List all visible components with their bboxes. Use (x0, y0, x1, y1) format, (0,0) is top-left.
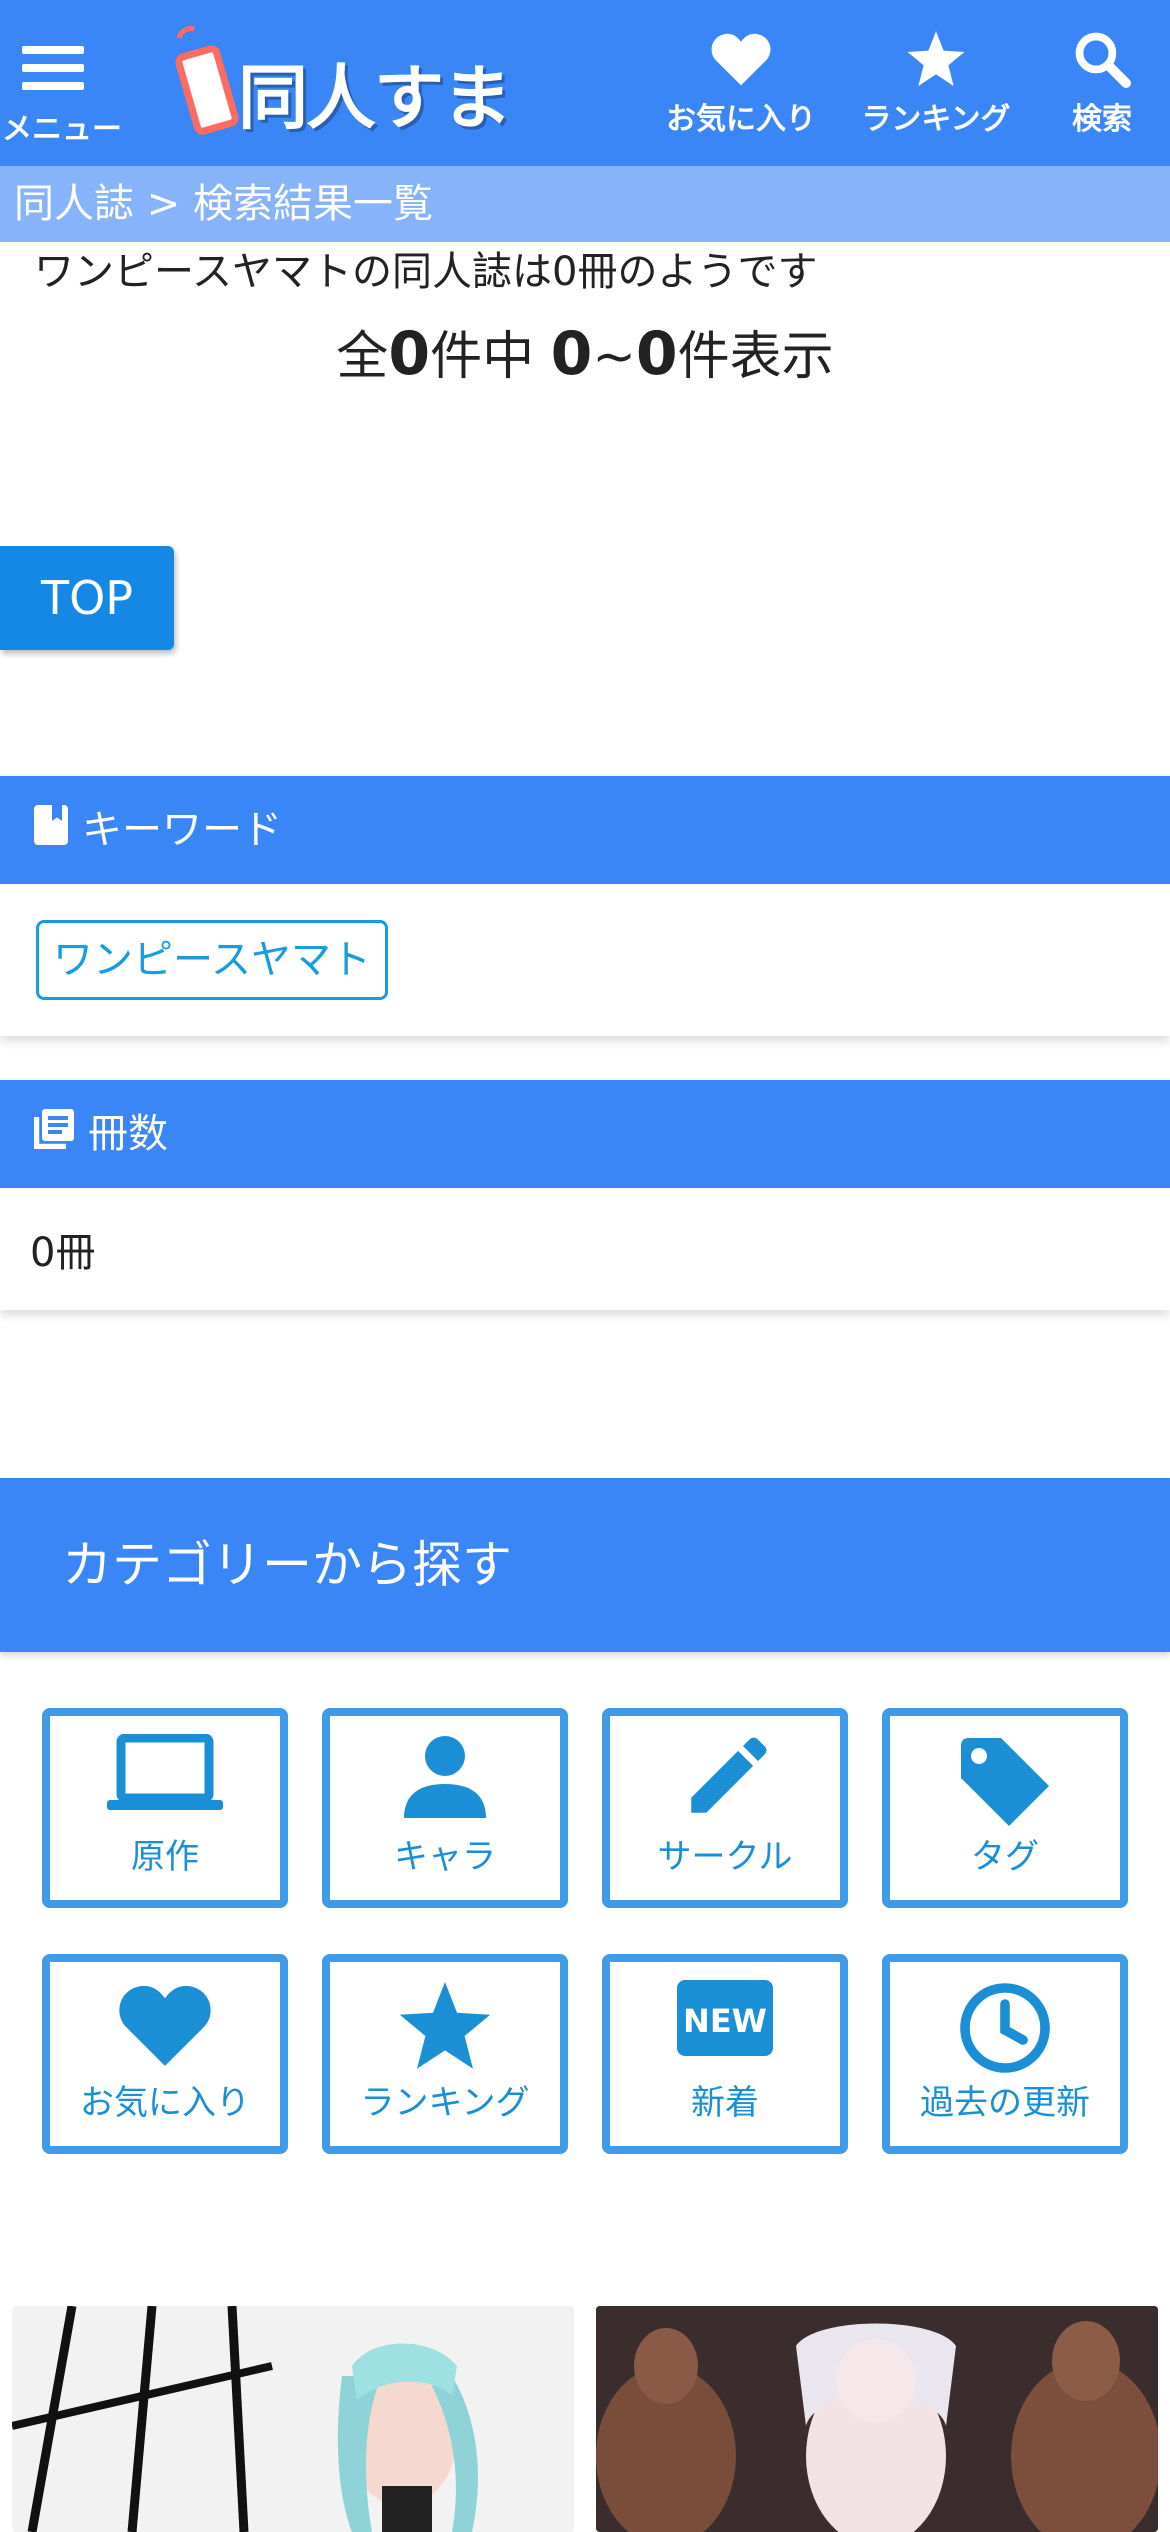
ranking-button[interactable]: ランキング (858, 30, 1014, 150)
category-tile-label: 原作 (131, 1837, 199, 1877)
star-icon (907, 31, 965, 86)
menu-label: メニュー (2, 112, 122, 147)
count-total: 0 (388, 319, 431, 389)
category-tile-ranking[interactable]: ランキング (322, 1954, 568, 2154)
count-from: 0 (550, 319, 593, 389)
category-tile-label: 新着 (691, 2083, 759, 2123)
count-to: 0 (635, 319, 678, 389)
volume-section-header: 冊数 (0, 1080, 1170, 1188)
result-summary: ワンピースヤマトの同人誌は0冊のようです (34, 249, 818, 295)
favorites-button[interactable]: お気に入り (664, 30, 818, 150)
category-tile-tag[interactable]: タグ (882, 1708, 1128, 1908)
volume-section-body: 0冊 (0, 1188, 1170, 1310)
tag-icon (961, 1738, 1049, 1826)
keyword-section-header: キーワード (0, 776, 1170, 884)
search-icon (1075, 32, 1131, 88)
category-tile-character[interactable]: キャラ (322, 1708, 568, 1908)
category-tile-label: キャラ (394, 1837, 496, 1877)
category-tile-original[interactable]: 原作 (42, 1708, 288, 1908)
count-sep: ~ (592, 327, 636, 387)
count-prefix: 全 (336, 327, 389, 387)
phone-icon (173, 43, 241, 137)
category-tile-label: お気に入り (80, 2083, 250, 2123)
heart-icon (119, 1985, 211, 2066)
person-icon (404, 1736, 486, 1818)
category-tile-new[interactable]: NEW 新着 (602, 1954, 848, 2154)
count-suffix: 件表示 (677, 327, 834, 387)
count-middle: 件中 (430, 327, 551, 387)
thumbnail-image[interactable] (12, 2306, 574, 2532)
thumbnail-image[interactable] (596, 2306, 1158, 2532)
heart-icon (711, 33, 771, 86)
menu-button[interactable]: メニュー (0, 34, 124, 147)
category-header: カテゴリーから探す (0, 1478, 1170, 1652)
new-badge-text: NEW (683, 2002, 767, 2040)
category-tile-label: サークル (657, 1837, 793, 1877)
result-count: 全0件中 0~0件表示 (0, 314, 1170, 389)
clock-icon (960, 1983, 1050, 2073)
new-badge-icon: NEW (677, 1980, 773, 2056)
search-label: 検索 (1072, 102, 1132, 137)
breadcrumb[interactable]: 同人誌 > 検索結果一覧 (0, 166, 1170, 242)
laptop-icon (107, 1734, 223, 1810)
top-button[interactable]: TOP (0, 546, 174, 650)
category-tile-favorites[interactable]: お気に入り (42, 1954, 288, 2154)
favorites-label: お気に入り (666, 102, 816, 137)
keyword-tag[interactable]: ワンピースヤマト (36, 920, 388, 1000)
volume-section-title: 冊数 (88, 1111, 168, 1157)
app-header: メニュー 同人すまーと お気に入り ランキング 検索 (0, 0, 1170, 240)
hamburger-icon (22, 46, 84, 100)
category-tile-label: ランキング (360, 2083, 530, 2123)
keyword-section-title: キーワード (82, 807, 282, 853)
book-icon (34, 778, 68, 886)
category-tile-history[interactable]: 過去の更新 (882, 1954, 1128, 2154)
site-logo[interactable]: 同人すまーと (170, 20, 556, 240)
category-tile-label: 過去の更新 (920, 2083, 1090, 2123)
pencil-icon (691, 1737, 767, 1813)
library-icon (34, 1082, 74, 1190)
category-tile-circle[interactable]: サークル (602, 1708, 848, 1908)
ranking-label: ランキング (861, 102, 1011, 137)
keyword-section-body: ワンピースヤマト (0, 884, 1170, 1036)
volume-value: 0冊 (30, 1230, 96, 1276)
search-button[interactable]: 検索 (1060, 30, 1144, 150)
star-icon (399, 1982, 491, 2069)
category-tile-label: タグ (971, 1837, 1039, 1877)
